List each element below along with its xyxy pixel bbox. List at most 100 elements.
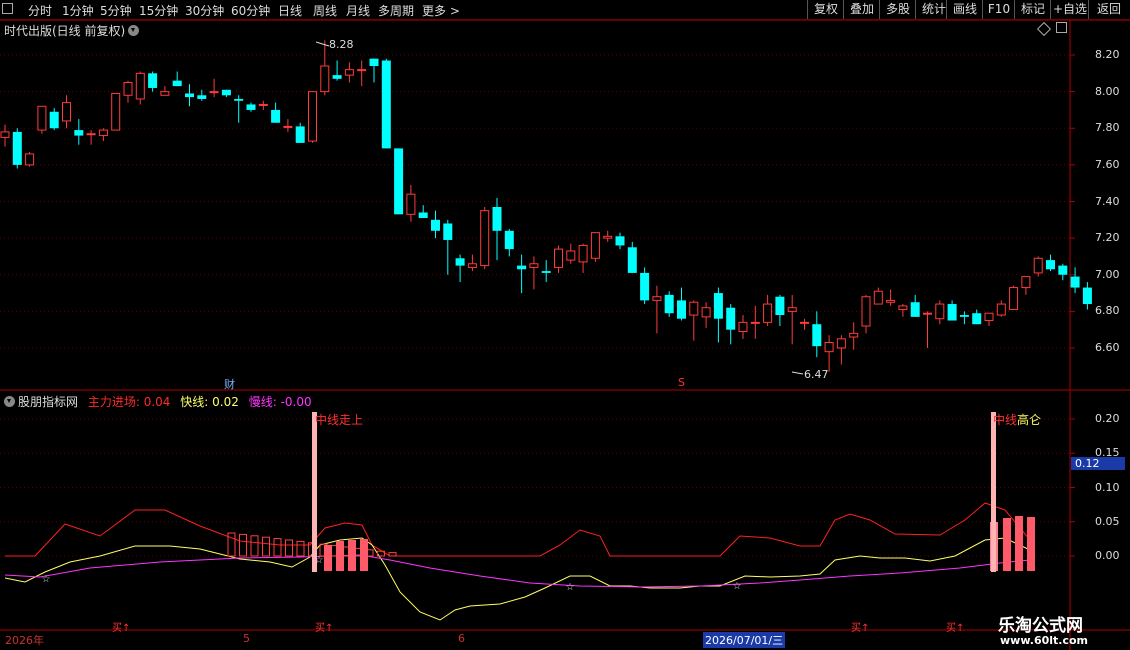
candle-body [554, 248, 563, 268]
x-axis-cursor-date: 2026/07/01/三 [703, 632, 786, 648]
candle-body [947, 304, 957, 321]
candle-body [25, 153, 35, 166]
low-price-label: 6.47 [804, 368, 829, 381]
candle-body [418, 212, 428, 218]
candle-body [812, 324, 822, 347]
candle-body [1082, 287, 1092, 305]
candle-body [590, 232, 600, 259]
candle-body [664, 294, 674, 314]
low-arrow-line [791, 371, 804, 375]
candle-body [74, 130, 84, 136]
high-arrow-line [315, 41, 330, 47]
candle-body [578, 244, 588, 263]
price-tick-label: 6.60 [1095, 341, 1120, 354]
candle-body [1070, 276, 1080, 288]
x-axis-month-6: 6 [458, 632, 465, 645]
candle-body [12, 131, 22, 165]
candle-body [135, 72, 145, 100]
cai-marker: 财 [224, 378, 235, 391]
price-tick-label: 7.00 [1095, 267, 1120, 281]
candle-body [480, 210, 490, 267]
candle-body [1046, 260, 1055, 270]
candle-body [369, 58, 379, 66]
candle-body [849, 332, 859, 338]
candle-body [98, 129, 108, 137]
candle-body [492, 206, 502, 231]
candle-body [209, 91, 219, 94]
candle-body [295, 126, 305, 143]
candle-body [357, 69, 367, 72]
candle-body [443, 223, 453, 240]
hollow-volume-bar [285, 539, 293, 557]
signal-spike [312, 412, 317, 572]
kuai-line [4, 537, 1031, 621]
candle-body [873, 290, 883, 305]
candle-body [455, 258, 465, 266]
x-axis-month-5: 5 [243, 632, 250, 645]
hollow-volume-bar [273, 538, 282, 557]
candle-body [197, 95, 207, 99]
candle-body [467, 263, 477, 268]
candle-body [861, 296, 871, 327]
price-tick-label: 8.20 [1095, 48, 1120, 61]
candle-body [652, 296, 662, 301]
candle-body [701, 307, 711, 318]
candle-body [271, 109, 281, 123]
candle-body [504, 230, 514, 250]
candle-body [886, 299, 896, 303]
indicator-tick-label: 0.10 [1095, 480, 1120, 494]
buy-signal-label: 买↑ [946, 623, 965, 634]
candle-body [431, 219, 440, 231]
candle-body [0, 131, 10, 138]
price-tick-label: 7.60 [1095, 157, 1120, 171]
man-line [4, 554, 1031, 588]
x-axis-year: 2026年 [5, 634, 44, 647]
candle-body [1021, 276, 1031, 289]
zhuli-line [5, 502, 1031, 557]
candle-body [935, 303, 945, 320]
candle-body [713, 293, 723, 319]
indicator-tick-label: 0.00 [1095, 549, 1120, 562]
candle-body [824, 342, 834, 353]
candle-body [689, 301, 699, 316]
chart-canvas[interactable]: ☆ ☆ ☆ ☆ [0, 0, 1130, 650]
annotation-gaokang: 高仑 [1017, 413, 1042, 427]
candle-body [49, 111, 59, 129]
candle-body [627, 247, 637, 273]
annotation-zhongxian: 中线 [993, 413, 1018, 427]
candle-body [775, 296, 785, 316]
candle-body [221, 89, 231, 96]
candle-body [1058, 265, 1068, 275]
candle-body [394, 148, 404, 215]
candle-body [172, 80, 182, 87]
candle-body [640, 272, 650, 301]
indicator-tick-label: 0.05 [1095, 514, 1120, 528]
buy-signal-label: 买↑ [851, 623, 870, 634]
candle-body [37, 105, 47, 131]
signal-spike [991, 412, 996, 572]
candle-body [283, 125, 293, 128]
buy-signal-label: 买↑ [315, 623, 334, 634]
hollow-volume-bar [262, 536, 270, 557]
candle-body [726, 307, 736, 330]
candle-body [972, 313, 982, 325]
solid-signal-bar [1015, 516, 1023, 571]
candle-body [160, 91, 170, 96]
solid-signal-bar [336, 541, 344, 571]
solid-signal-bar [1003, 518, 1011, 571]
annotation-zhongxian-up: 中线走上 [315, 413, 364, 427]
candle-body [258, 103, 268, 106]
star-marker: ☆ [42, 574, 51, 585]
candle-body [910, 302, 920, 317]
hollow-volume-bar [250, 535, 259, 557]
candle-body [996, 303, 1006, 316]
price-tick-label: 7.40 [1095, 194, 1120, 208]
candle-body [1033, 257, 1043, 274]
candle-body [923, 312, 932, 315]
candle-body [800, 321, 809, 324]
candle-body [750, 321, 760, 324]
candle-body [86, 133, 96, 136]
candle-body [1009, 287, 1019, 311]
s-marker: S [678, 376, 685, 389]
high-price-label: 8.28 [329, 38, 354, 51]
